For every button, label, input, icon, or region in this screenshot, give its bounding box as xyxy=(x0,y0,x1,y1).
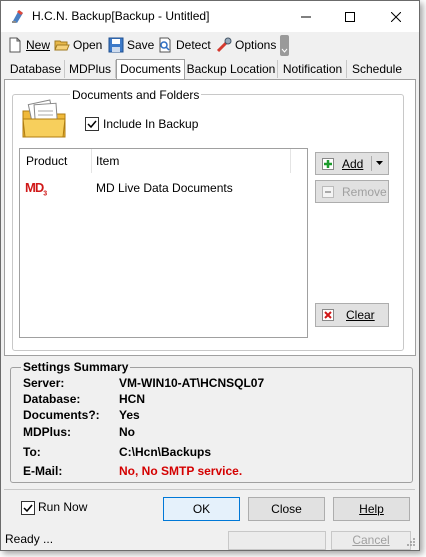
status-progress-segment xyxy=(228,531,326,550)
maximize-button[interactable] xyxy=(327,1,373,32)
close-window-button[interactable] xyxy=(373,1,419,32)
remove-button[interactable]: Remove xyxy=(315,180,389,203)
status-bar: Ready ... Cancel xyxy=(1,529,419,550)
minimize-icon xyxy=(301,16,311,17)
detect-label: Detect xyxy=(176,38,211,52)
add-label: Add xyxy=(342,156,364,171)
tab-mdplus[interactable]: MDPlus xyxy=(65,60,116,78)
tab-schedule[interactable]: Schedule xyxy=(348,60,406,78)
chevron-down-icon xyxy=(281,48,288,53)
add-button[interactable]: Add xyxy=(315,152,389,175)
tab-notification[interactable]: Notification xyxy=(279,60,347,78)
column-separator xyxy=(290,149,291,173)
summary-value: VM-WIN10-AT\HCNSQL07 xyxy=(119,376,265,390)
tab-strip: Database MDPlus Documents Backup Locatio… xyxy=(1,59,419,80)
open-button[interactable]: Open xyxy=(54,36,102,54)
column-separator xyxy=(91,149,92,173)
documents-list[interactable]: Product Item MD3 MD Live Data Documents xyxy=(19,148,308,338)
include-in-backup-checkbox[interactable] xyxy=(85,117,99,131)
toolbar: New Open Save Detect Options xyxy=(1,32,419,58)
clear-label: Clear xyxy=(346,308,375,322)
window-title: H.C.N. Backup[Backup - Untitled] xyxy=(32,9,210,23)
summary-label: Documents?: xyxy=(23,408,100,422)
clear-x-icon xyxy=(322,309,334,321)
summary-value: No xyxy=(119,425,135,439)
ok-button[interactable]: OK xyxy=(163,497,240,521)
detect-icon xyxy=(159,37,171,53)
checkmark-icon xyxy=(87,120,97,129)
checkmark-icon xyxy=(23,504,33,513)
md-product-icon: MD3 xyxy=(25,180,47,198)
open-label: Open xyxy=(73,38,103,52)
run-now-checkbox[interactable] xyxy=(21,501,35,515)
summary-value: Yes xyxy=(119,408,140,422)
summary-label: Database: xyxy=(23,392,81,406)
minimize-button[interactable] xyxy=(283,1,329,32)
summary-label: MDPlus: xyxy=(23,425,71,439)
column-header-item[interactable]: Item xyxy=(96,154,119,168)
remove-icon xyxy=(322,185,334,198)
save-label: Save xyxy=(127,38,155,52)
new-button[interactable]: New xyxy=(7,36,50,54)
status-cancel-label: Cancel xyxy=(352,533,390,547)
new-label: New xyxy=(26,38,51,52)
clear-button[interactable]: Clear xyxy=(315,303,389,327)
status-cancel-button[interactable]: Cancel xyxy=(331,531,411,550)
dropdown-arrow-icon xyxy=(376,161,383,165)
column-header-product[interactable]: Product xyxy=(26,154,67,168)
help-button[interactable]: Help xyxy=(333,497,410,521)
summary-label: To: xyxy=(23,445,41,459)
options-wrench-icon xyxy=(216,37,232,53)
tab-backup-location[interactable]: Backup Location xyxy=(185,60,278,78)
documents-group-title: Documents and Folders xyxy=(70,88,202,102)
resize-grip-icon[interactable] xyxy=(406,537,416,547)
run-now-label: Run Now xyxy=(38,500,88,514)
add-plus-icon xyxy=(322,157,334,170)
status-text: Ready ... xyxy=(5,532,54,546)
toolbar-overflow-button[interactable] xyxy=(280,35,289,56)
close-button[interactable]: Close xyxy=(248,497,325,521)
include-in-backup-label: Include In Backup xyxy=(103,117,199,131)
summary-label: E-Mail: xyxy=(23,464,63,478)
settings-summary-title: Settings Summary xyxy=(21,360,131,374)
help-label: Help xyxy=(359,502,384,516)
tab-documents[interactable]: Documents xyxy=(116,59,185,80)
summary-label: Server: xyxy=(23,376,65,390)
remove-label: Remove xyxy=(342,184,387,199)
summary-value-error: No, No SMTP service. xyxy=(119,464,243,478)
summary-value: C:\Hcn\Backups xyxy=(119,445,212,459)
list-item[interactable]: MD3 MD Live Data Documents xyxy=(20,179,307,198)
list-item-label: MD Live Data Documents xyxy=(96,181,233,195)
split-divider xyxy=(371,156,372,171)
app-window: H.C.N. Backup[Backup - Untitled] New Ope… xyxy=(0,0,420,551)
detect-button[interactable]: Detect xyxy=(157,36,211,54)
tab-database[interactable]: Database xyxy=(7,60,65,78)
save-disk-icon xyxy=(108,37,124,53)
summary-value: HCN xyxy=(119,392,145,406)
app-icon xyxy=(12,10,23,23)
options-button[interactable]: Options xyxy=(216,36,276,54)
open-folder-icon xyxy=(54,40,70,51)
options-label: Options xyxy=(235,38,277,52)
documents-folder-icon xyxy=(22,99,66,138)
title-bar: H.C.N. Backup[Backup - Untitled] xyxy=(1,1,419,32)
save-button[interactable]: Save xyxy=(108,36,154,54)
maximize-icon xyxy=(345,11,355,22)
close-icon xyxy=(391,11,401,22)
new-document-icon xyxy=(9,37,21,53)
